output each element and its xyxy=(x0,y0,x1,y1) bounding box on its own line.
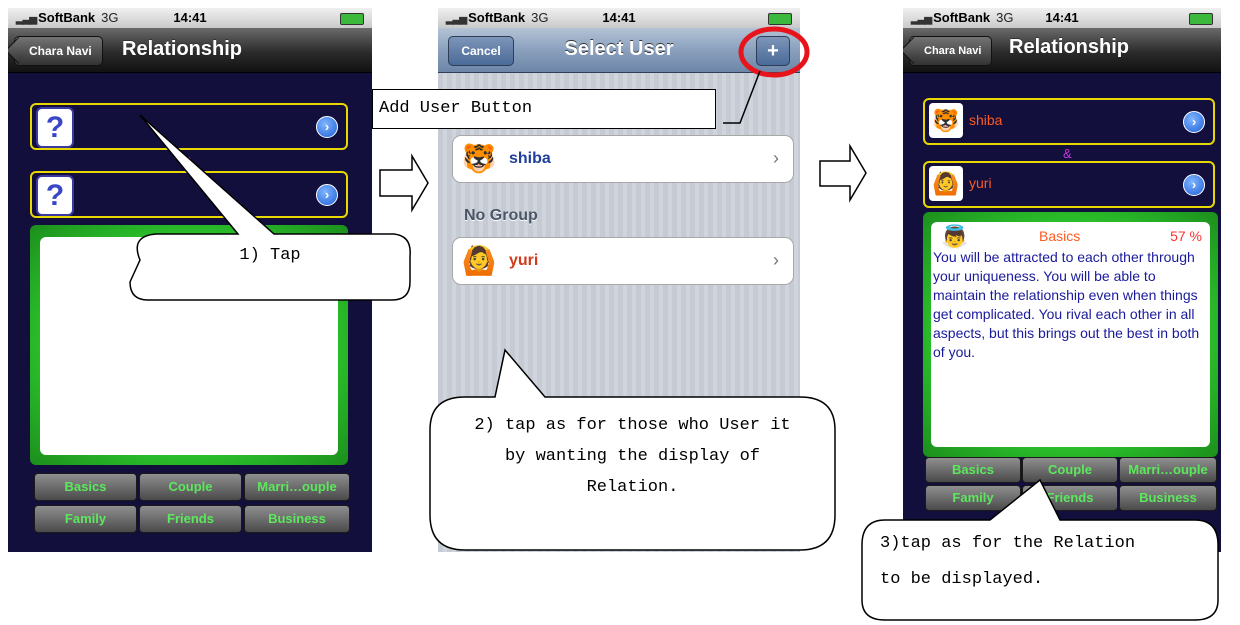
tab-business[interactable]: Business xyxy=(1119,485,1217,511)
status-bar: ▂▃▅ SoftBank 3G 14:41 xyxy=(438,8,800,28)
battery-icon xyxy=(340,13,364,25)
tab-basics[interactable]: Basics xyxy=(925,457,1021,483)
battery-icon xyxy=(768,13,792,25)
callout-3-text: 3)tap as for the Relation to be displaye… xyxy=(880,534,1136,589)
list-item[interactable]: 🙆 yuri › xyxy=(452,237,794,285)
tab-marriage-couple[interactable]: Marri…ouple xyxy=(244,473,350,501)
first-user-selector[interactable]: 🐯 shiba › xyxy=(923,98,1215,145)
content-area: ? › & ? › Basics Couple Marri…ouple Fami… xyxy=(8,73,372,552)
disclosure-icon[interactable]: › xyxy=(1183,111,1205,133)
first-user-selector[interactable]: ? › xyxy=(30,103,348,150)
status-time: 14:41 xyxy=(602,10,636,25)
status-time: 14:41 xyxy=(1045,10,1079,25)
right-arrow-icon xyxy=(379,153,429,213)
status-time: 14:41 xyxy=(173,10,207,25)
tiger-avatar-icon: 🐯 xyxy=(929,103,963,138)
back-button[interactable]: Chara Navi xyxy=(909,36,993,66)
description-text: You will be attracted to each other thro… xyxy=(933,249,1200,360)
ampersand: & xyxy=(1063,146,1072,161)
tab-friends[interactable]: Friends xyxy=(139,505,242,533)
chevron-right-icon: › xyxy=(773,250,779,270)
tab-family[interactable]: Family xyxy=(925,485,1021,511)
disclosure-icon[interactable]: › xyxy=(316,116,338,138)
tab-business[interactable]: Business xyxy=(244,505,350,533)
section-title: Basics xyxy=(1039,228,1081,244)
tab-friends[interactable]: Friends xyxy=(1022,485,1118,511)
tiger-avatar-icon: 🐯 xyxy=(461,143,497,174)
angel-icon: 👼 xyxy=(941,224,969,249)
content-area: 🐯 shiba › & 🙆 yuri › 👼 Basics 57 % You w… xyxy=(903,73,1221,552)
page-title: Relationship xyxy=(1009,36,1130,58)
question-mark-icon: ? xyxy=(36,107,74,148)
character-avatar-icon: 🙆 xyxy=(461,245,497,276)
disclosure-icon[interactable]: › xyxy=(316,184,338,206)
ampersand: & xyxy=(184,154,193,169)
screen-relationship-empty: ▂▃▅ SoftBank 3G 14:41 Chara Navi Relations… xyxy=(8,8,372,552)
question-mark-icon: ? xyxy=(36,175,74,216)
list-item[interactable]: 🐯 shiba › xyxy=(452,135,794,183)
disclosure-icon[interactable]: › xyxy=(1183,174,1205,196)
result-text-area: 👼 Basics 57 % You will be attracted to e… xyxy=(931,222,1210,447)
second-user-selector[interactable]: ? › xyxy=(30,171,348,218)
tab-couple[interactable]: Couple xyxy=(139,473,242,501)
second-user-selector[interactable]: 🙆 yuri › xyxy=(923,161,1215,208)
nav-bar: Cancel Select User + xyxy=(438,28,800,73)
add-user-button[interactable]: + xyxy=(756,36,790,66)
nav-bar: Chara Navi Relationship xyxy=(903,28,1221,73)
page-title: Select User xyxy=(564,38,674,60)
result-panel: 👼 Basics 57 % You will be attracted to e… xyxy=(923,212,1218,457)
back-button[interactable]: Chara Navi xyxy=(14,36,103,66)
tab-basics[interactable]: Basics xyxy=(34,473,137,501)
status-bar: ▂▃▅ SoftBank 3G 14:41 xyxy=(903,8,1221,28)
tab-family[interactable]: Family xyxy=(34,505,137,533)
battery-icon xyxy=(1189,13,1213,25)
callout-2-text: 2) tap as for those who User it by wanti… xyxy=(474,416,791,497)
tab-couple[interactable]: Couple xyxy=(1022,457,1118,483)
right-arrow-icon xyxy=(819,143,867,203)
tab-marriage-couple[interactable]: Marri…ouple xyxy=(1119,457,1217,483)
page-title: Relationship xyxy=(122,38,243,60)
group-header: No Group xyxy=(464,207,538,224)
add-user-button-label: Add User Button xyxy=(372,89,716,129)
chevron-right-icon: › xyxy=(773,148,779,168)
character-avatar-icon: 🙆 xyxy=(929,166,963,201)
status-bar: ▂▃▅ SoftBank 3G 14:41 xyxy=(8,8,372,28)
callout-1-text: 1) Tap xyxy=(239,246,301,265)
screen-relationship-result: ▂▃▅ SoftBank 3G 14:41 Chara Navi Relations… xyxy=(903,8,1221,552)
percentage: 57 % xyxy=(1170,228,1202,244)
nav-bar: Chara Navi Relationship xyxy=(8,28,372,73)
